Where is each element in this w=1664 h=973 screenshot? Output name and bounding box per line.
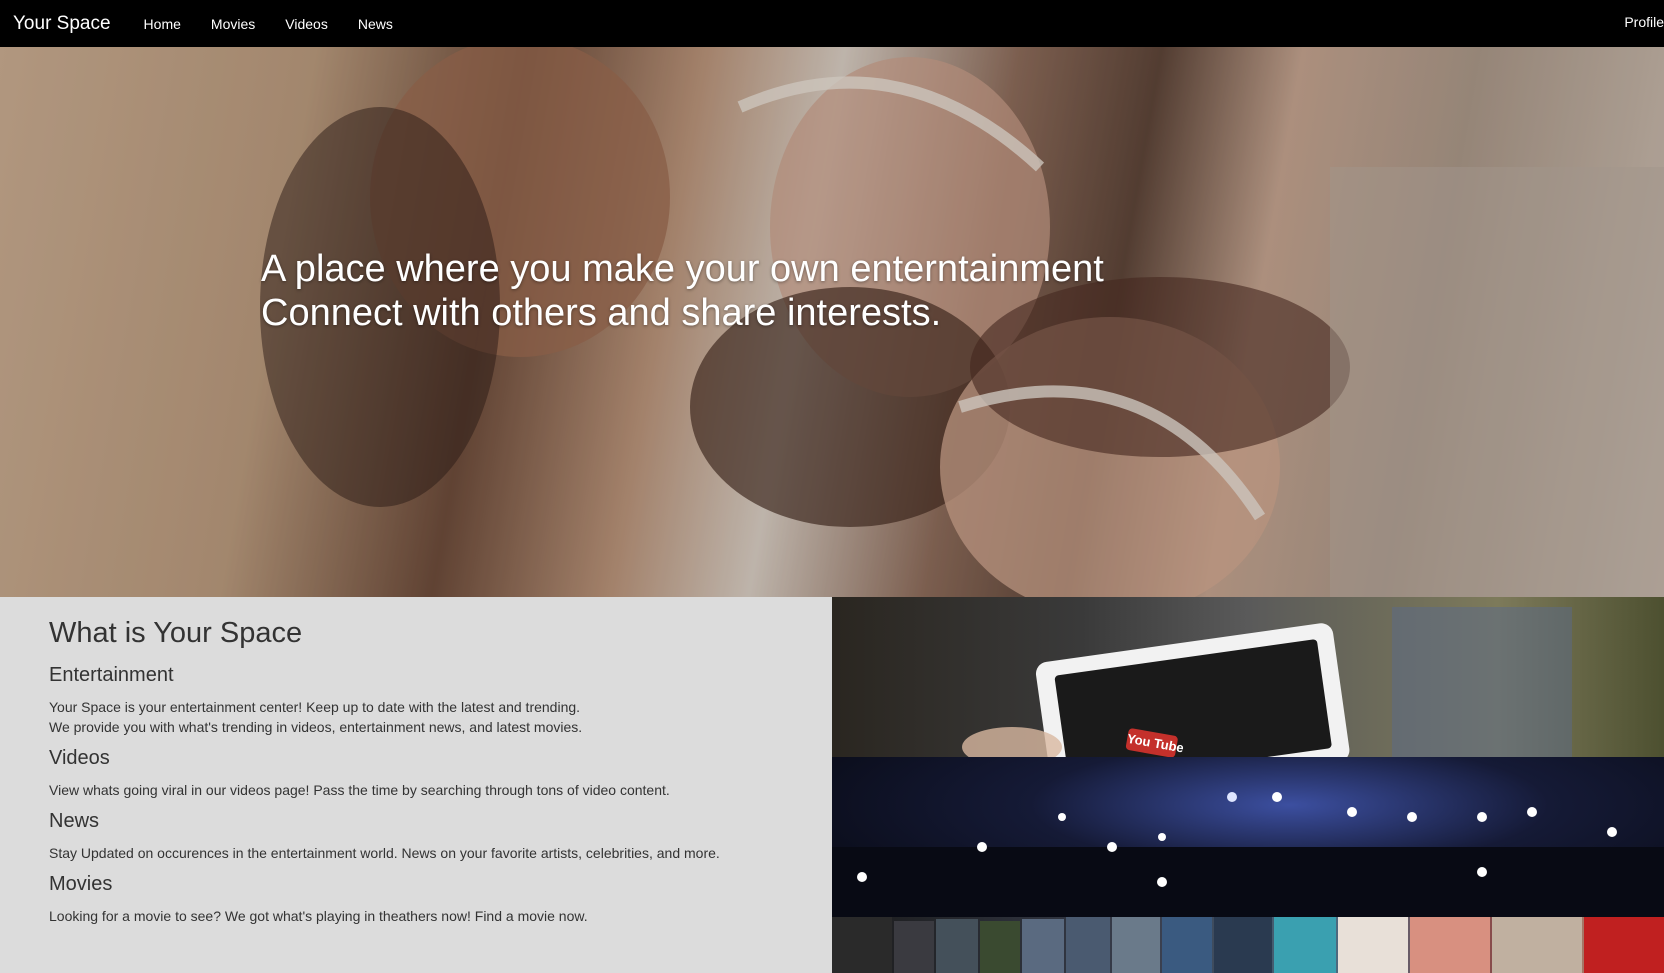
about-title: What is Your Space	[49, 617, 303, 649]
hero-tagline-line-1: A place where you make your own enternta…	[261, 248, 1104, 290]
nav-link-movies[interactable]: Movies	[211, 16, 255, 32]
nav-link-videos[interactable]: Videos	[285, 16, 328, 32]
hero-tagline-line-2: Connect with others and share interests.	[261, 292, 942, 334]
image-gallery: You Tube	[832, 597, 1664, 973]
section-text-videos: View whats going viral in our videos pag…	[49, 782, 670, 798]
top-navbar: Your Space Home Movies Videos News Profi…	[0, 0, 1664, 47]
nav-link-home[interactable]: Home	[144, 16, 181, 32]
concert-crowd-image	[832, 757, 1664, 917]
section-heading-entertainment: Entertainment	[49, 664, 174, 686]
hero-banner: A place where you make your own enternta…	[0, 47, 1664, 597]
brand-logo[interactable]: Your Space	[13, 13, 111, 35]
concert-lights-illustration	[832, 792, 1664, 917]
nav-link-news[interactable]: News	[358, 16, 393, 32]
section-text-news: Stay Updated on occurences in the entert…	[49, 845, 720, 861]
movie-posters-illustration	[832, 917, 1664, 973]
hero-tagline: A place where you make your own enternta…	[261, 247, 1104, 335]
nav-link-profile[interactable]: Profile	[1624, 14, 1664, 30]
section-heading-videos: Videos	[49, 747, 110, 769]
tablet-youtube-image: You Tube	[832, 597, 1664, 757]
tablet-illustration: You Tube	[962, 607, 1572, 757]
section-heading-news: News	[49, 810, 100, 832]
section-text-movies: Looking for a movie to see? We got what'…	[49, 908, 588, 924]
movie-posters-image	[832, 917, 1664, 973]
section-text-entertainment-1: Your Space is your entertainment center!…	[49, 699, 581, 715]
section-text-entertainment-2: We provide you with what's trending in v…	[49, 719, 583, 735]
about-section: What is Your Space Entertainment Your Sp…	[0, 597, 832, 973]
section-heading-movies: Movies	[49, 873, 113, 895]
